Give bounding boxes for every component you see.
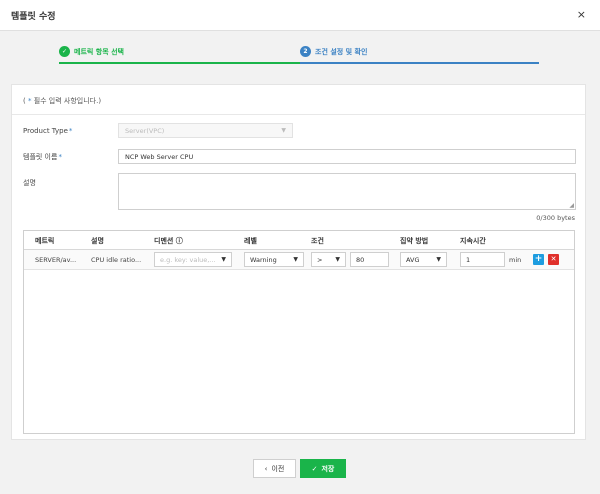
divider — [12, 114, 585, 115]
duration-input[interactable]: 1 — [460, 252, 505, 267]
metric-cell: SERVER/av... — [35, 256, 77, 264]
chevron-down-icon: ▼ — [293, 256, 298, 263]
stepper: ✓ 메트릭 항목 선택 2 조건 설정 및 확인 — [0, 32, 600, 84]
chevron-down-icon: ▼ — [281, 127, 286, 134]
description-label: 설명 — [23, 179, 36, 187]
description-cell: CPU idle ratio... — [91, 256, 142, 264]
chevron-down-icon: ▼ — [221, 256, 226, 263]
operator-select[interactable]: > ▼ — [311, 252, 346, 267]
template-name-label: 템플릿 이름* — [23, 153, 62, 161]
step-label: 메트릭 항목 선택 — [74, 47, 124, 56]
step-label: 조건 설정 및 확인 — [315, 47, 368, 56]
required-star: * — [68, 127, 73, 135]
delete-row-button[interactable]: ✕ — [548, 254, 559, 265]
close-icon[interactable]: × — [577, 8, 586, 21]
dialog-header: 템플릿 수정 × — [0, 0, 600, 31]
save-button[interactable]: ✓ 저장 — [300, 459, 346, 478]
dialog-title: 템플릿 수정 — [11, 12, 56, 22]
product-type-select: Server(VPC) ▼ — [118, 123, 293, 138]
product-type-label: Product Type* — [23, 127, 73, 135]
chevron-down-icon: ▼ — [335, 256, 340, 263]
step-number-icon: 2 — [300, 46, 311, 57]
add-row-button[interactable]: + — [533, 254, 544, 265]
resize-handle-icon[interactable]: ◢ — [569, 202, 574, 209]
col-dimension: 디멘션 ⓘ — [154, 237, 183, 245]
check-icon: ✓ — [59, 46, 70, 57]
chevron-left-icon: ‹ — [264, 464, 268, 473]
col-description: 설명 — [91, 237, 104, 245]
chevron-down-icon: ▼ — [436, 256, 441, 263]
byte-count: 0/300 bytes — [536, 214, 575, 222]
template-name-input[interactable]: NCP Web Server CPU — [118, 149, 576, 164]
col-metric: 메트릭 — [35, 237, 55, 245]
col-duration: 지속시간 — [460, 237, 486, 245]
dimension-select[interactable]: e.g. key: value,... ▼ — [154, 252, 232, 267]
col-level: 레벨 — [244, 237, 257, 245]
check-icon: ✓ — [311, 464, 318, 473]
col-condition: 조건 — [311, 237, 324, 245]
prev-button[interactable]: ‹ 이전 — [253, 459, 296, 478]
table-header: 메트릭 설명 디멘션 ⓘ 레벨 조건 집약 방법 지속시간 — [24, 231, 574, 250]
duration-unit: min — [509, 256, 522, 264]
level-select[interactable]: Warning ▼ — [244, 252, 304, 267]
step-select-metric: ✓ 메트릭 항목 선택 — [59, 46, 124, 57]
required-star: * — [58, 153, 62, 161]
step-progress-done — [59, 62, 300, 64]
metric-table: 메트릭 설명 디멘션 ⓘ 레벨 조건 집약 방법 지속시간 SERVER/av.… — [23, 230, 575, 434]
col-aggregation: 집약 방법 — [400, 237, 429, 245]
aggregation-select[interactable]: AVG ▼ — [400, 252, 447, 267]
step-progress-active — [300, 62, 539, 64]
threshold-input[interactable]: 80 — [350, 252, 389, 267]
required-note: ( * 필수 입력 사항입니다.) — [23, 97, 102, 105]
form-card: ( * 필수 입력 사항입니다.) Product Type* Server(V… — [11, 84, 586, 440]
table-row: SERVER/av... CPU idle ratio... e.g. key:… — [24, 250, 574, 270]
description-textarea[interactable]: ◢ — [118, 173, 576, 210]
step-set-conditions: 2 조건 설정 및 확인 — [300, 46, 367, 57]
